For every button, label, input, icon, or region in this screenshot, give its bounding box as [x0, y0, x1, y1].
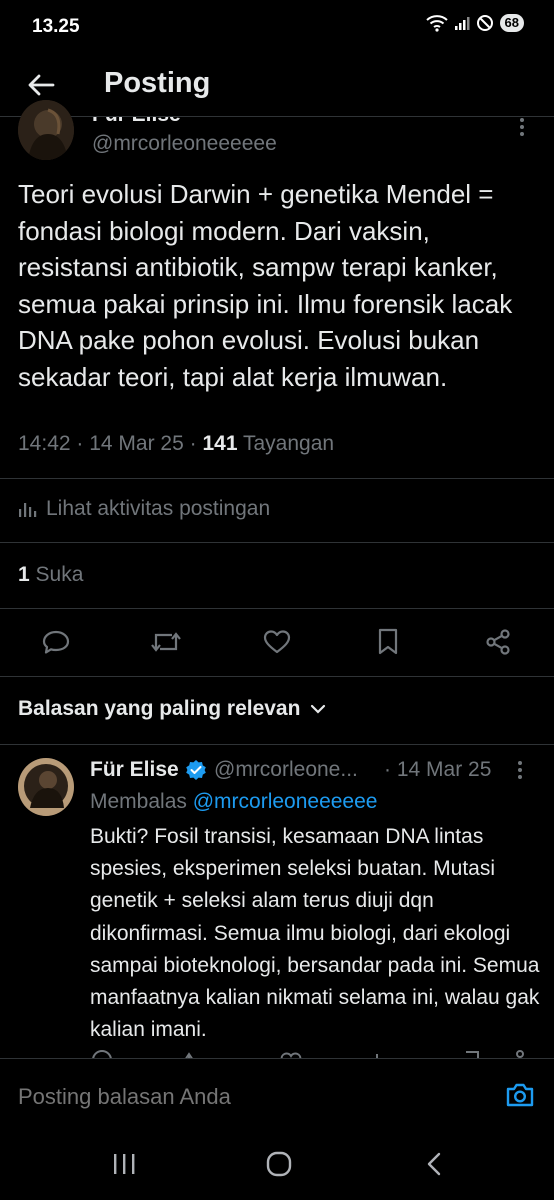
- repost-icon: [151, 632, 181, 652]
- divider: [0, 542, 554, 543]
- view-activity-link[interactable]: Lihat aktivitas postingan: [18, 497, 270, 521]
- back-nav-button[interactable]: [409, 1144, 459, 1184]
- post-date: 14 Mar 25: [89, 432, 184, 455]
- battery-indicator: 68: [499, 14, 524, 32]
- divider: [0, 744, 554, 745]
- more-options-button[interactable]: [518, 117, 526, 142]
- verified-badge-icon: [185, 760, 206, 780]
- home-button[interactable]: [254, 1144, 304, 1184]
- author-name[interactable]: Für Elise: [92, 117, 181, 127]
- page-title: Posting: [104, 67, 211, 99]
- views-count: 141: [202, 432, 238, 455]
- divider: [0, 478, 554, 479]
- share-button[interactable]: [476, 620, 520, 664]
- chevron-down-icon: [311, 704, 326, 714]
- post-time: 14:42: [18, 432, 71, 455]
- avatar-image: [18, 758, 74, 816]
- author-handle[interactable]: @mrcorleoneeeeee: [92, 132, 277, 156]
- replies-sort-dropdown[interactable]: Balasan yang paling relevan: [18, 697, 326, 721]
- camera-icon: [506, 1083, 534, 1107]
- reply-icon: [42, 630, 70, 654]
- divider: [0, 676, 554, 677]
- reply-more-options-button[interactable]: [516, 760, 524, 785]
- repost-button[interactable]: [144, 620, 188, 664]
- signal-icon: [454, 17, 470, 30]
- likes-label: Suka: [35, 563, 84, 586]
- reply-author[interactable]: Für Elise: [90, 758, 207, 782]
- chevron-left-icon: [427, 1152, 441, 1176]
- heart-icon: [263, 630, 291, 654]
- bar-chart-icon: [19, 503, 37, 517]
- divider: [0, 608, 554, 609]
- recent-apps-icon: [114, 1154, 135, 1174]
- reply-author-name: Für Elise: [90, 758, 179, 781]
- post-actions: [0, 620, 554, 664]
- reply-author-handle[interactable]: @mrcorleone...: [214, 758, 358, 782]
- recent-apps-button[interactable]: [99, 1144, 149, 1184]
- like-button[interactable]: [255, 620, 299, 664]
- likes-summary[interactable]: 1 Suka: [18, 563, 83, 587]
- status-bar: 13.25 68: [0, 0, 554, 52]
- reply-date: · 14 Mar 25: [384, 758, 492, 781]
- bookmark-icon: [378, 628, 398, 655]
- post-text: Teori evolusi Darwin + genetika Mendel =…: [18, 179, 513, 392]
- bookmark-button[interactable]: [366, 620, 410, 664]
- reply-input[interactable]: [18, 1084, 458, 1110]
- replies-sort-label: Balasan yang paling relevan: [18, 697, 301, 720]
- status-icons: 68: [425, 14, 524, 32]
- more-vertical-icon: [520, 118, 524, 136]
- wifi-icon: [425, 15, 448, 32]
- system-navigation-bar: [0, 1128, 554, 1200]
- arrow-left-icon: [28, 74, 55, 96]
- likes-count: 1: [18, 563, 30, 586]
- replying-label: Membalas: [90, 790, 187, 813]
- do-not-disturb-icon: [476, 15, 493, 31]
- camera-button[interactable]: [502, 1077, 538, 1113]
- activity-label: Lihat aktivitas postingan: [46, 497, 271, 520]
- reply-author-avatar[interactable]: [18, 758, 74, 816]
- reply-text: Bukti? Fosil transisi, kesamaan DNA lint…: [90, 825, 540, 1042]
- status-time: 13.25: [32, 16, 80, 37]
- replying-to-handle-link[interactable]: @mrcorleoneeeeee: [193, 790, 378, 813]
- replying-to: Membalas @mrcorleoneeeeee: [90, 790, 377, 814]
- views-label: Tayangan: [242, 432, 335, 455]
- home-icon: [266, 1151, 292, 1177]
- post-meta: 14:42 · 14 Mar 25 · 141 Tayangan: [18, 432, 335, 455]
- top-bar: Posting: [0, 52, 554, 116]
- reply-button[interactable]: [34, 620, 78, 664]
- more-vertical-icon: [518, 761, 522, 779]
- back-button[interactable]: [22, 66, 60, 104]
- share-icon: [486, 629, 510, 655]
- author-info-clip: Für Elise @mrcorleoneeeeee: [0, 117, 554, 177]
- reply-composer: [0, 1058, 554, 1129]
